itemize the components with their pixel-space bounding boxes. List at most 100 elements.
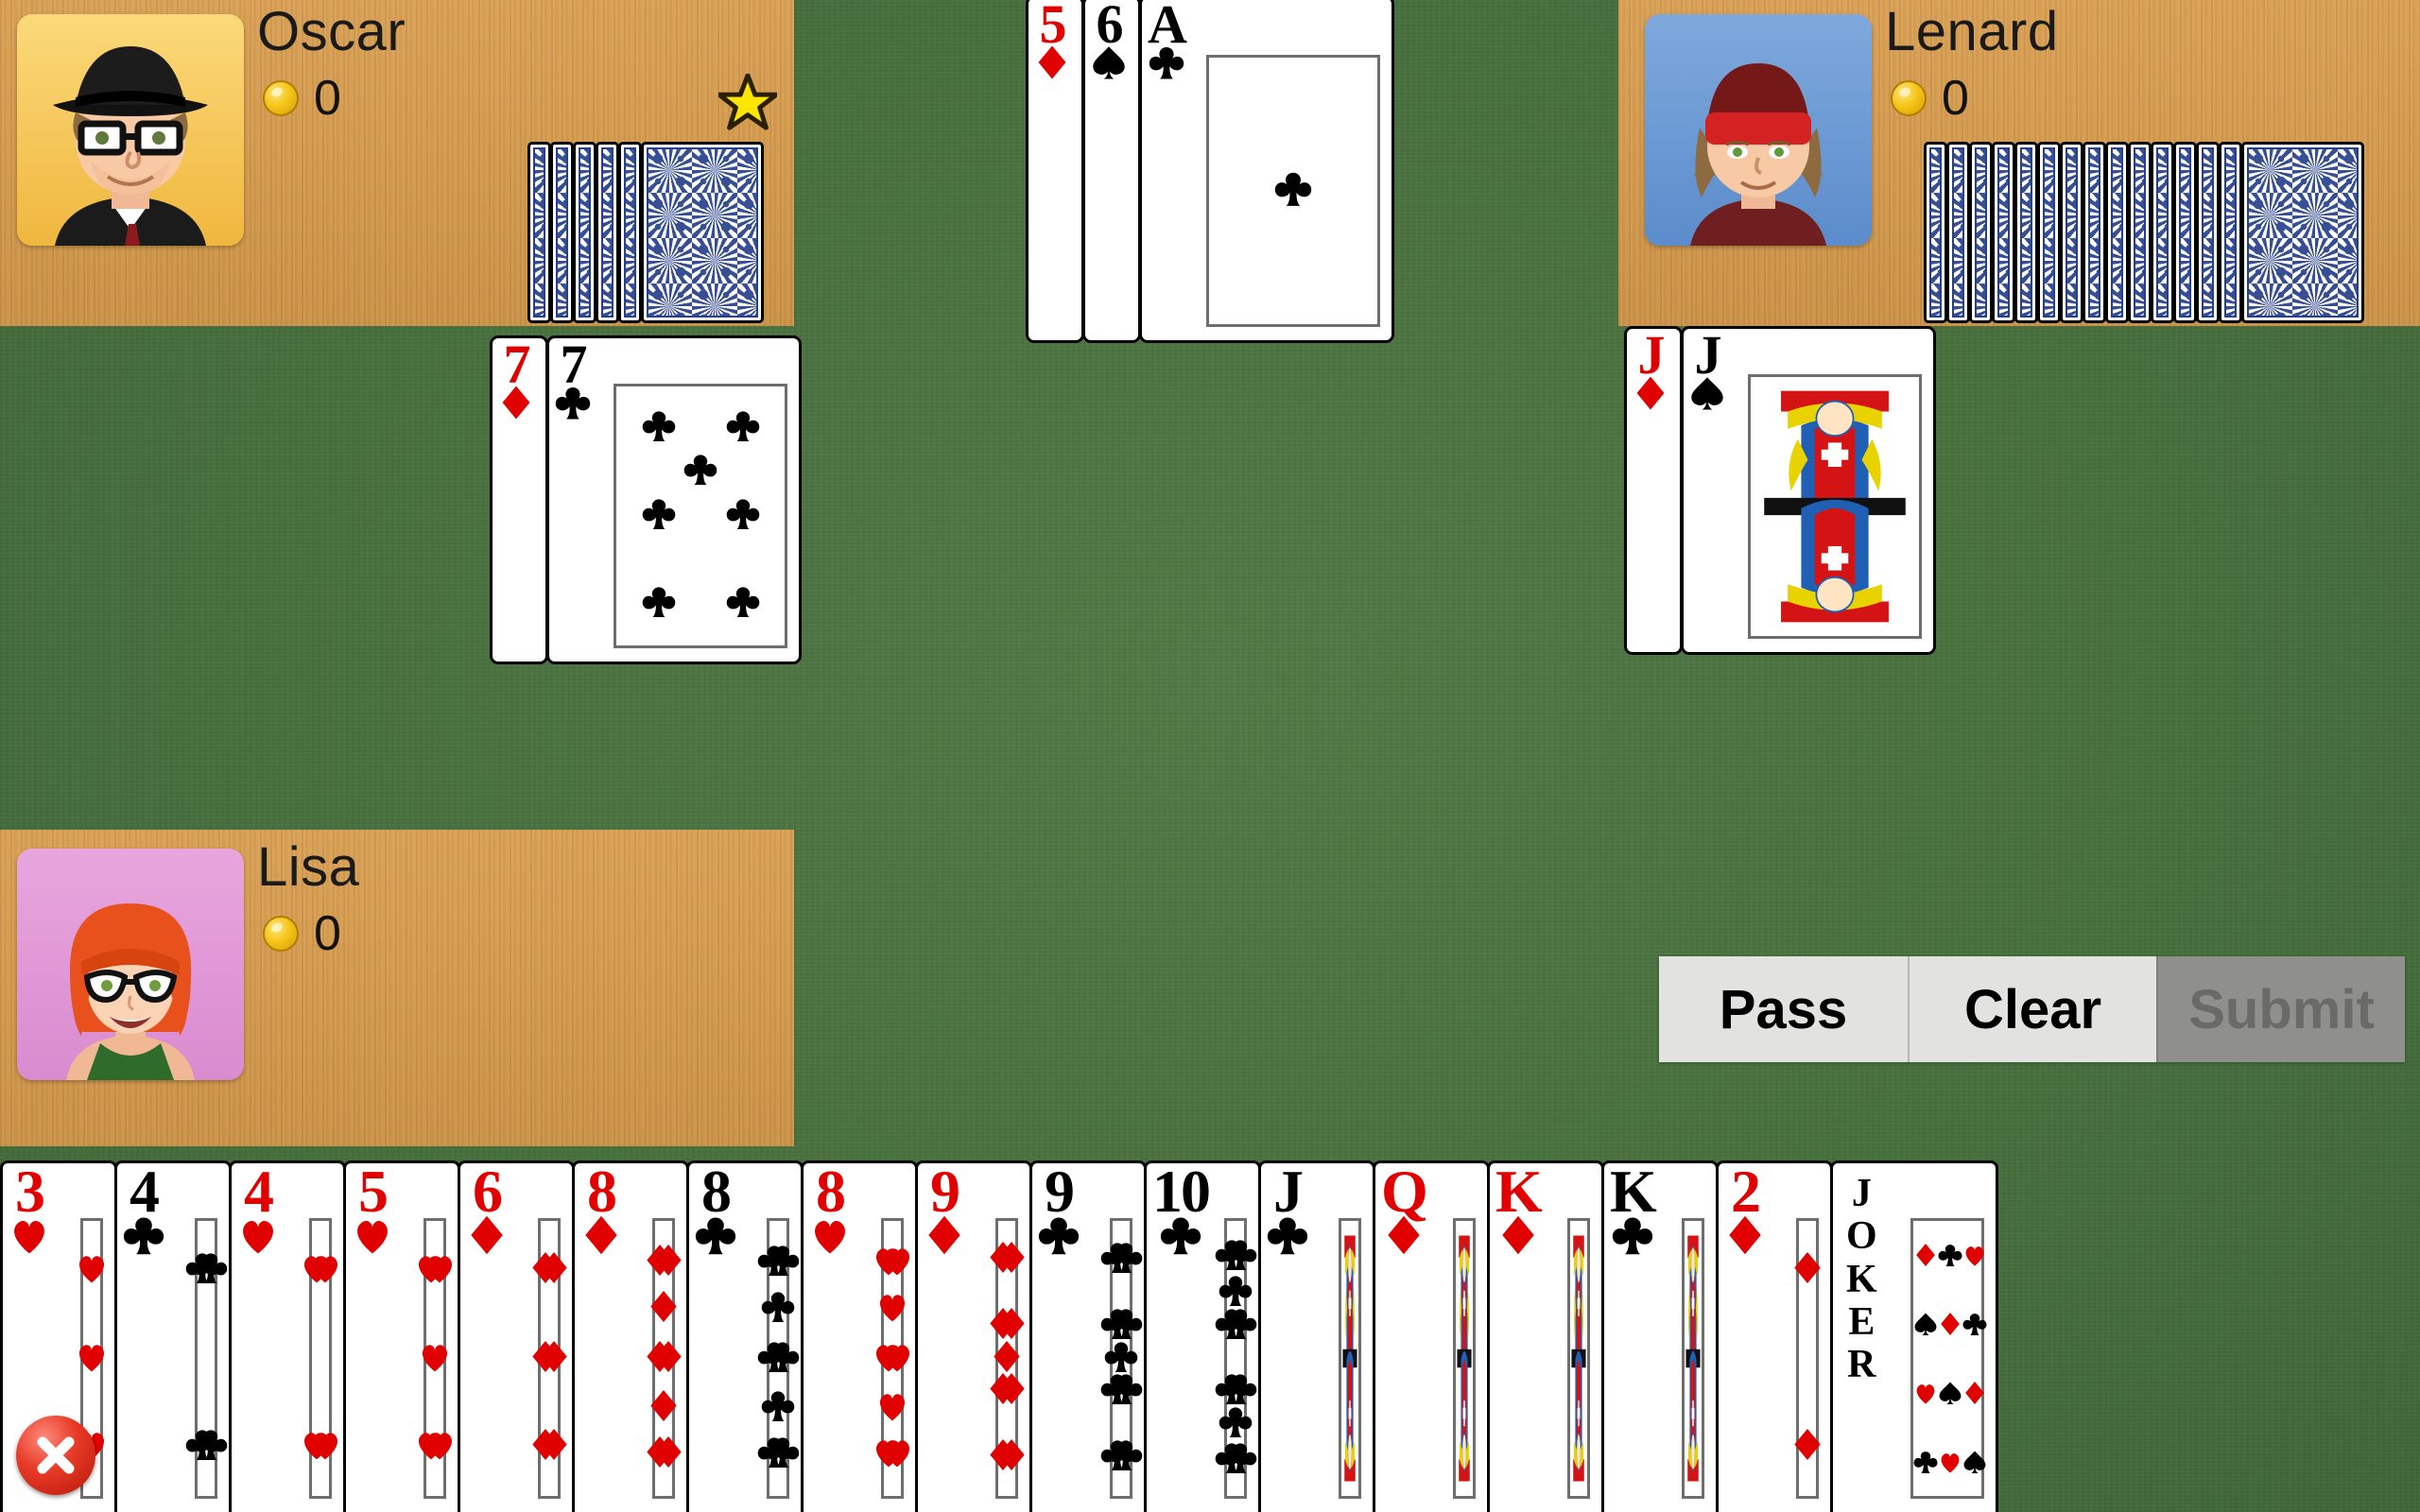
card-pip (647, 1388, 681, 1427)
close-x-icon[interactable] (16, 1416, 95, 1495)
avatar-lenard[interactable] (1645, 14, 1872, 246)
suit-pip-icon (540, 1252, 567, 1284)
suit-pip-icon (928, 1216, 960, 1255)
card-pip (1109, 1438, 1143, 1477)
suit-pip-icon (642, 587, 675, 618)
card-rank: 7 (503, 335, 531, 395)
suit-pip-icon (1223, 1240, 1256, 1270)
suit-pip-icon (1038, 1217, 1080, 1255)
hand-card[interactable]: JOKER (1830, 1160, 1998, 1512)
suit-pip-icon (1794, 1252, 1821, 1284)
playing-card[interactable]: 7 (546, 335, 802, 664)
clear-button[interactable]: Clear (1908, 956, 2156, 1062)
suit-pip-icon (1691, 377, 1723, 410)
card-pip (651, 1339, 685, 1378)
suit-pip-icon (766, 1341, 799, 1372)
card-suit-icon (555, 385, 591, 426)
hand-card[interactable]: 8 (801, 1160, 918, 1512)
card-suit-icon (1038, 1214, 1080, 1261)
card-corner: 5 (1034, 0, 1070, 86)
suit-pip-icon (997, 1439, 1025, 1471)
card-suit-icon (1383, 1214, 1425, 1261)
hand-card[interactable]: 2 (1716, 1160, 1833, 1512)
court-figure (1570, 1221, 1587, 1496)
playing-card[interactable]: J (1624, 326, 1683, 655)
coin-count-lisa: 0 (314, 906, 341, 961)
card-pip (642, 585, 676, 624)
suit-pip-icon (1109, 1440, 1142, 1471)
suit-pip-icon (585, 1216, 617, 1255)
hand-card[interactable]: 6 (458, 1160, 575, 1512)
coin-count-lenard: 0 (1942, 71, 1969, 126)
card-suit-icon (1612, 1214, 1653, 1261)
card-corner: K (1495, 1163, 1543, 1262)
pass-button[interactable]: Pass (1659, 956, 1908, 1062)
card-corner: Q (1381, 1160, 1428, 1262)
hand-card[interactable]: 4 (114, 1160, 232, 1512)
card-back (641, 142, 764, 323)
avatar-lisa[interactable] (17, 849, 244, 1080)
card-corner: J (1689, 329, 1725, 417)
hand-card[interactable]: 3 (0, 1160, 117, 1512)
meld-group-left[interactable]: 77 (490, 335, 802, 664)
suit-pip-icon (540, 1428, 567, 1460)
hand-card[interactable]: J (1258, 1160, 1375, 1512)
card-pip-area (875, 1218, 909, 1499)
hand-card[interactable]: 8 (572, 1160, 689, 1512)
avatar-oscar[interactable] (17, 14, 244, 246)
suit-pip-icon (555, 387, 591, 420)
suit-pip-icon (1963, 1451, 1986, 1473)
playing-card[interactable]: 7 (490, 335, 548, 664)
playing-card[interactable]: J (1681, 326, 1936, 655)
card-suit-icon (123, 1214, 164, 1261)
card-pip (1219, 1405, 1253, 1444)
card-corner: 5 (352, 1163, 393, 1262)
card-rank: 8 (701, 1160, 732, 1225)
card-suit-icon (9, 1214, 50, 1261)
card-suit-icon (1034, 44, 1070, 86)
suit-pip-icon (194, 1429, 227, 1460)
card-back (1969, 142, 1993, 323)
suit-pip-icon (78, 1256, 105, 1283)
card-back (2196, 142, 2220, 323)
card-pip (1223, 1237, 1257, 1276)
hand-card[interactable]: K (1487, 1160, 1604, 1512)
card-rank: Q (1381, 1160, 1428, 1225)
suit-pip-icon (761, 1391, 795, 1421)
card-suit-icon (498, 385, 534, 426)
suit-pip-icon (1274, 172, 1312, 206)
card-rank: 3 (15, 1158, 45, 1225)
suit-pip-icon (1939, 1382, 1962, 1404)
card-rank: 2 (1731, 1160, 1761, 1225)
hand-card[interactable]: 5 (343, 1160, 460, 1512)
playing-card: 6 (1082, 0, 1141, 343)
card-corner: 6 (1091, 0, 1127, 86)
star-icon (718, 74, 777, 130)
hand-card[interactable]: 8 (686, 1160, 804, 1512)
hand-card[interactable]: 9 (1029, 1160, 1147, 1512)
hand-card[interactable]: 10 (1144, 1160, 1261, 1512)
hand-card[interactable]: 4 (229, 1160, 346, 1512)
card-back (1946, 142, 1970, 323)
card-suit-icon (1267, 1214, 1308, 1261)
suit-pip-icon (1941, 1313, 1960, 1336)
card-back (1992, 142, 2015, 323)
court-figure (1341, 1221, 1358, 1496)
suit-pip-icon (997, 1241, 1025, 1273)
hand-card[interactable]: Q (1373, 1160, 1490, 1512)
card-pip (875, 1290, 909, 1329)
suit-pip-icon (1149, 47, 1184, 79)
meld-group-right[interactable]: JJ (1624, 326, 1936, 655)
card-pip (766, 1339, 800, 1378)
card-pip (423, 1427, 457, 1466)
card-pip (683, 453, 717, 491)
card-back (2128, 142, 2152, 323)
hand-card[interactable]: 9 (915, 1160, 1032, 1512)
player-hand[interactable]: 3 4 4 5 6 8 8 8 9 9 10 J Q K K 2 J O K E… (0, 1153, 2420, 1512)
card-pip (75, 1339, 109, 1378)
hand-card[interactable]: K (1601, 1160, 1719, 1512)
suit-pip-icon (1965, 1246, 1984, 1266)
card-corner: J (1633, 329, 1668, 417)
suit-pip-icon (650, 1389, 677, 1421)
center-played-pile: 56A (1026, 0, 1394, 343)
